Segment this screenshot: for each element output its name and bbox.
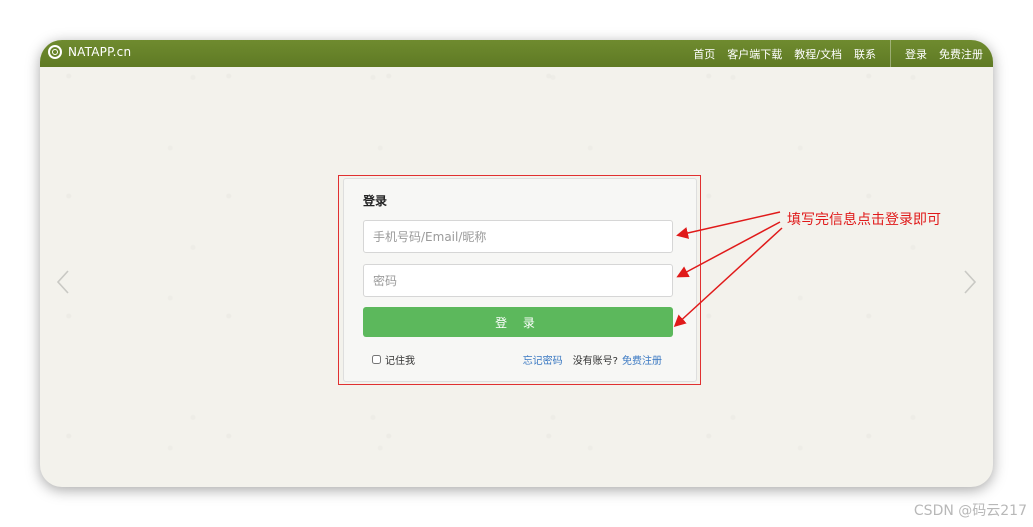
login-footer-links: 忘记密码 没有账号? 免费注册 xyxy=(523,352,662,367)
forgot-password-link[interactable]: 忘记密码 xyxy=(523,352,563,367)
nav-divider xyxy=(890,40,891,67)
register-link[interactable]: 免费注册 xyxy=(622,352,662,367)
nav-link-register[interactable]: 免费注册 xyxy=(939,46,983,62)
top-navbar: NATAPP.cn 首页 客户端下载 教程/文档 联系 登录 免费注册 xyxy=(40,40,993,67)
login-title: 登录 xyxy=(363,194,388,208)
brand-name: NATAPP.cn xyxy=(68,45,132,59)
no-account-text: 没有账号? xyxy=(572,356,618,367)
carousel-next-icon[interactable] xyxy=(963,270,977,294)
username-input[interactable] xyxy=(363,220,673,253)
login-card: 登录 登 录 记住我 忘记密码 没有账号? 免费注册 xyxy=(343,178,697,382)
remember-me[interactable]: 记住我 xyxy=(372,352,415,367)
password-input[interactable] xyxy=(363,264,673,297)
carousel-prev-icon[interactable] xyxy=(56,270,70,294)
remember-me-checkbox[interactable] xyxy=(372,355,381,364)
login-submit-button[interactable]: 登 录 xyxy=(363,307,673,337)
nav-link-download[interactable]: 客户端下载 xyxy=(727,46,782,62)
nav-link-docs[interactable]: 教程/文档 xyxy=(794,46,842,62)
brand-logo-icon xyxy=(48,45,62,59)
annotation-text: 填写完信息点击登录即可 xyxy=(787,212,941,228)
nav-menu: 首页 客户端下载 教程/文档 联系 登录 免费注册 xyxy=(693,40,983,67)
register-group: 没有账号? 免费注册 xyxy=(573,352,662,367)
nav-link-home[interactable]: 首页 xyxy=(693,46,715,62)
watermark: CSDN @码云217 xyxy=(913,503,1027,519)
nav-link-login[interactable]: 登录 xyxy=(905,46,927,62)
remember-me-label: 记住我 xyxy=(385,356,415,367)
nav-link-contact[interactable]: 联系 xyxy=(854,46,876,62)
brand[interactable]: NATAPP.cn xyxy=(48,45,131,59)
